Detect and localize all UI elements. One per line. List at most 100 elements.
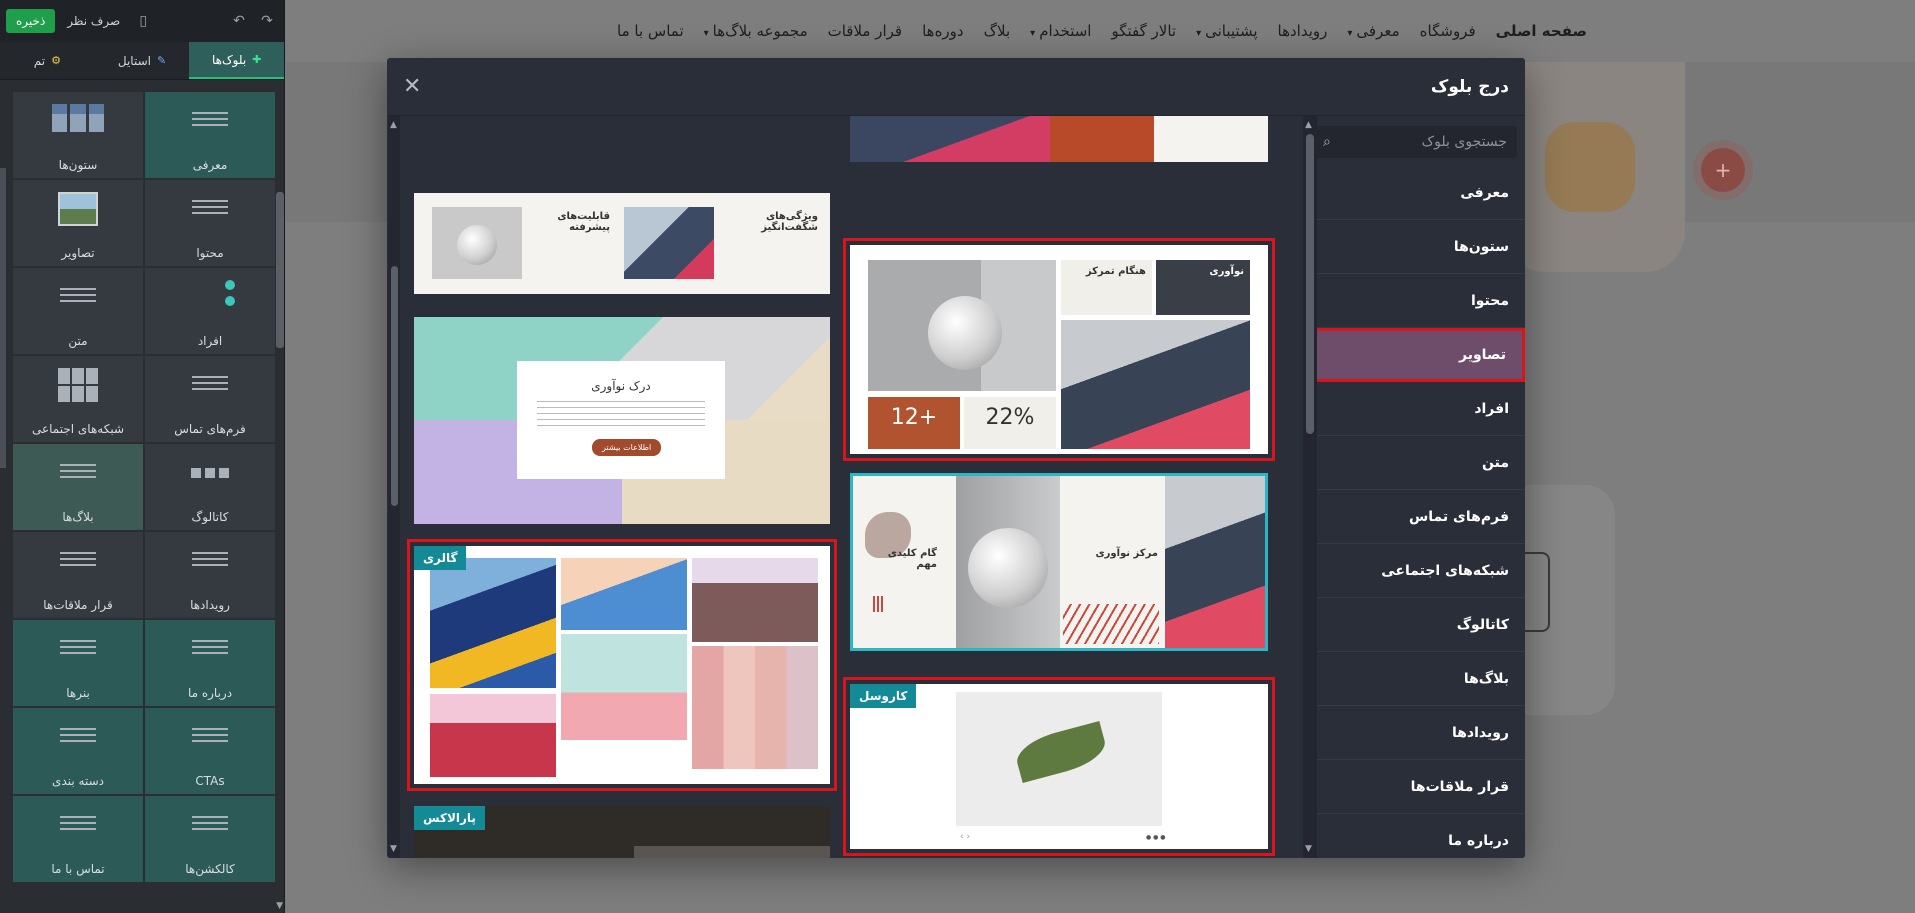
sidebar-block-contact-us[interactable]: تماس با ما (13, 796, 143, 882)
sidebar-block-about[interactable]: درباره ما (145, 620, 275, 706)
redo-icon[interactable]: ↷ (256, 10, 278, 32)
gallery-image (692, 646, 818, 769)
preview-text-box: هنگام تمرکز (1061, 260, 1152, 315)
category-item[interactable]: فرم‌های تماس (1303, 490, 1525, 544)
block-preview-features[interactable]: قابلیت‌های پیشرفته ویژگی‌های شگفت‌انگیز (414, 193, 830, 294)
sidebar-block-events[interactable]: رویدادها (145, 532, 275, 618)
block-preview-innovation[interactable]: درک نوآوری اطلاعات بیشتر (414, 317, 830, 524)
preview-paragraph-lines (537, 401, 705, 427)
scroll-down-icon[interactable]: ▼ (390, 844, 397, 854)
discard-button[interactable]: صرف نظر (61, 9, 126, 33)
nav-item[interactable]: استخدام (1030, 22, 1091, 40)
category-item[interactable]: قرار ملاقات‌ها (1303, 760, 1525, 814)
preview-image (868, 260, 1056, 391)
sidebar-block-people[interactable]: افراد (145, 268, 275, 354)
category-item[interactable]: متن (1303, 436, 1525, 490)
carousel-dots-icon[interactable]: ● ● ● (1146, 834, 1166, 841)
blog-icon (60, 464, 96, 478)
preview-image (634, 846, 830, 858)
search-icon: ⌕ (1323, 134, 1331, 150)
category-item[interactable]: معرفی (1303, 166, 1525, 220)
category-list: معرفی ستون‌ها محتوا تصاویر افراد متن فرم… (1303, 166, 1525, 858)
block-preview-carousel[interactable]: کاروسل ‹ › ● ● ● (843, 677, 1275, 856)
sidebar-block-label: CTAs (195, 774, 225, 788)
sidebar-block-contact-forms[interactable]: فرم‌های تماس (145, 356, 275, 442)
scroll-thumb[interactable] (1306, 134, 1314, 434)
editor-topbar: ذخیره صرف نظر ▯ ↶ ↷ (0, 0, 284, 42)
category-item[interactable]: درباره ما (1303, 814, 1525, 858)
search-input[interactable] (1330, 134, 1507, 150)
sidebar-block-collections[interactable]: کالکشن‌ها (145, 796, 275, 882)
sphere-image (928, 296, 1002, 370)
nav-item[interactable]: دوره‌ها (922, 22, 964, 40)
add-hotspot-icon[interactable]: + (1701, 148, 1745, 192)
preview-image (1050, 116, 1154, 162)
sidebar-block-text[interactable]: متن (13, 268, 143, 354)
category-item[interactable]: کاتالوگ (1303, 598, 1525, 652)
sidebar-block-catalog[interactable]: کاتالوگ (145, 444, 275, 530)
tab-style[interactable]: ✎ استایل (95, 42, 190, 79)
sidebar-block-banners[interactable]: بنرها (13, 620, 143, 706)
block-preview-key-step[interactable]: گام کلیدی مهم مرکز نوآوری (850, 473, 1268, 651)
sidebar-block-blogs[interactable]: بلاگ‌ها (13, 444, 143, 530)
preview-image (432, 207, 522, 279)
block-preview-gallery[interactable]: گالری (407, 539, 837, 791)
sidebar-block-label: متن (68, 334, 88, 348)
image-icon (58, 192, 98, 226)
scroll-up-icon[interactable]: ▲ (390, 120, 397, 130)
block-preview-innovation-grid[interactable]: 12+ 22% هنگام تمرکز نوآوری (843, 238, 1275, 461)
undo-icon[interactable]: ↶ (228, 10, 250, 32)
sidebar-block-content[interactable]: محتوا (145, 180, 275, 266)
tab-blocks-label: بلوک‌ها (211, 52, 247, 67)
preview-scrollbar[interactable]: ▲ ▼ (388, 116, 400, 858)
category-item[interactable]: افراد (1303, 382, 1525, 436)
carousel-arrows-icon[interactable]: ‹ › (960, 832, 970, 842)
nav-item[interactable]: رویدادها (1278, 22, 1328, 40)
carousel-badge: کاروسل (850, 684, 917, 708)
category-item[interactable]: محتوا (1303, 274, 1525, 328)
sidebar-block-intro[interactable]: معرفی (145, 92, 275, 178)
scroll-down-icon[interactable]: ▼ (1305, 844, 1312, 854)
nav-item[interactable]: بلاگ (984, 22, 1011, 40)
nav-item[interactable]: تالار گفتگو (1111, 22, 1176, 40)
category-item[interactable]: رویدادها (1303, 706, 1525, 760)
nav-item[interactable]: معرفی (1347, 22, 1399, 40)
category-item[interactable]: شبکه‌های اجتماعی (1303, 544, 1525, 598)
block-preview-area: ▲ ▼ قابلیت‌های پیشرفته ویژگی‌های شگفت‌ان… (387, 116, 1303, 858)
contact-icon (60, 816, 96, 830)
nav-item[interactable]: صفحه اصلی (1496, 22, 1587, 40)
close-icon[interactable]: ✕ (403, 75, 421, 98)
block-preview-parallax[interactable]: پارالاکس (414, 806, 830, 858)
save-button[interactable]: ذخیره (6, 9, 56, 33)
calendar-icon (60, 552, 96, 566)
category-item[interactable]: ستون‌ها (1303, 220, 1525, 274)
category-item[interactable]: بلاگ‌ها (1303, 652, 1525, 706)
nav-item[interactable]: پشتیبانی (1196, 22, 1257, 40)
scroll-up-icon[interactable]: ▲ (1305, 120, 1312, 130)
nav-item[interactable]: تماس با ما (617, 22, 684, 40)
sidebar-block-appointments[interactable]: قرار ملاقات‌ها (13, 532, 143, 618)
sidebar-block-columns[interactable]: ستون‌ها (13, 92, 143, 178)
block-preview-top-partial[interactable] (850, 116, 1268, 162)
mobile-preview-icon[interactable]: ▯ (132, 10, 154, 32)
tab-theme[interactable]: ⚙ تم (0, 42, 95, 79)
sidebar-block-categories[interactable]: دسته بندی (13, 708, 143, 794)
nav-item[interactable]: فروشگاه (1420, 22, 1476, 40)
modal-title: درج بلوک (1430, 76, 1509, 97)
sidebar-block-ctas[interactable]: CTAs (145, 708, 275, 794)
category-item-active[interactable]: تصاویر (1303, 328, 1525, 382)
scroll-thumb[interactable] (391, 266, 398, 506)
sidebar-scrollbar[interactable] (276, 192, 284, 348)
scroll-down-icon[interactable]: ▼ (276, 901, 283, 911)
category-scrollbar[interactable]: ▲ ▼ (1303, 116, 1317, 858)
nav-item[interactable]: قرار ملاقات (828, 22, 902, 40)
sidebar-block-label: محتوا (196, 246, 224, 260)
sidebar-block-images[interactable]: تصاویر (13, 180, 143, 266)
sidebar-block-social[interactable]: شبکه‌های اجتماعی (13, 356, 143, 442)
nav-item[interactable]: مجموعه بلاگ‌ها (704, 22, 808, 40)
tab-style-label: استایل (117, 53, 151, 68)
sidebar-block-label: قرار ملاقات‌ها (43, 598, 113, 612)
tab-blocks[interactable]: ✚ بلوک‌ها (189, 42, 285, 79)
preview-heading: مرکز نوآوری (1095, 548, 1158, 559)
preview-heading: گام کلیدی مهم (887, 548, 937, 570)
